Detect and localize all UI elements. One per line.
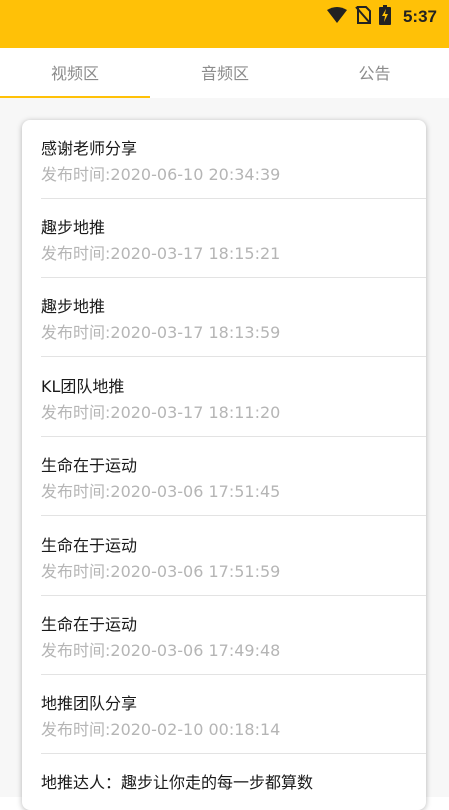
item-title: 地推达人：趣步让你走的每一步都算数 (41, 773, 314, 792)
tab-audio-label: 音频区 (200, 64, 249, 83)
list-item[interactable]: KL团队地推 发布时间:2020-03-17 18:11:20 (22, 358, 426, 437)
item-time: 发布时间:2020-03-06 17:51:59 (41, 562, 281, 581)
status-icons: 5:37 (326, 5, 437, 29)
divider (41, 356, 426, 357)
list-item[interactable]: 生命在于运动 发布时间:2020-03-06 17:51:45 (22, 437, 426, 516)
no-sim-icon (355, 6, 371, 28)
item-title: 生命在于运动 (41, 536, 138, 555)
list-item[interactable]: 趣步地推 发布时间:2020-03-17 18:15:21 (22, 199, 426, 278)
tab-notice-label: 公告 (358, 64, 391, 83)
battery-charging-icon (378, 5, 391, 29)
item-time: 发布时间:2020-06-10 20:34:39 (41, 165, 281, 184)
list-item[interactable]: 地推达人：趣步让你走的每一步都算数 (22, 754, 426, 810)
list-item[interactable]: 生命在于运动 发布时间:2020-03-06 17:51:59 (22, 517, 426, 596)
wifi-icon (326, 7, 347, 27)
item-title: 趣步地推 (41, 218, 106, 237)
list-item[interactable]: 地推团队分享 发布时间:2020-02-10 00:18:14 (22, 675, 426, 754)
item-time: 发布时间:2020-03-17 18:15:21 (41, 244, 281, 263)
tab-notice[interactable]: 公告 (300, 48, 449, 96)
item-time: 发布时间:2020-03-17 18:13:59 (41, 323, 281, 342)
list-item[interactable]: 趣步地推 发布时间:2020-03-17 18:13:59 (22, 278, 426, 357)
item-title: KL团队地推 (41, 377, 125, 396)
item-title: 感谢老师分享 (41, 139, 138, 158)
item-title: 生命在于运动 (41, 456, 138, 475)
divider (41, 515, 426, 516)
item-title: 生命在于运动 (41, 615, 138, 634)
status-time: 5:37 (402, 7, 437, 26)
item-title: 趣步地推 (41, 297, 106, 316)
item-time: 发布时间:2020-03-17 18:11:20 (41, 403, 281, 422)
list-item[interactable]: 感谢老师分享 发布时间:2020-06-10 20:34:39 (22, 120, 426, 199)
item-time: 发布时间:2020-03-06 17:49:48 (41, 641, 281, 660)
item-time: 发布时间:2020-02-10 00:18:14 (41, 720, 281, 739)
tab-bar: 视频区 音频区 公告 (0, 48, 449, 98)
status-bar: 5:37 (0, 0, 449, 48)
tab-video-label: 视频区 (50, 64, 99, 83)
list-item[interactable]: 生命在于运动 发布时间:2020-03-06 17:49:48 (22, 596, 426, 675)
video-list-card: 感谢老师分享 发布时间:2020-06-10 20:34:39 趣步地推 发布时… (22, 120, 426, 810)
tab-video[interactable]: 视频区 (0, 48, 150, 96)
tab-audio[interactable]: 音频区 (150, 48, 300, 96)
item-title: 地推团队分享 (41, 694, 138, 713)
item-time: 发布时间:2020-03-06 17:51:45 (41, 482, 281, 501)
